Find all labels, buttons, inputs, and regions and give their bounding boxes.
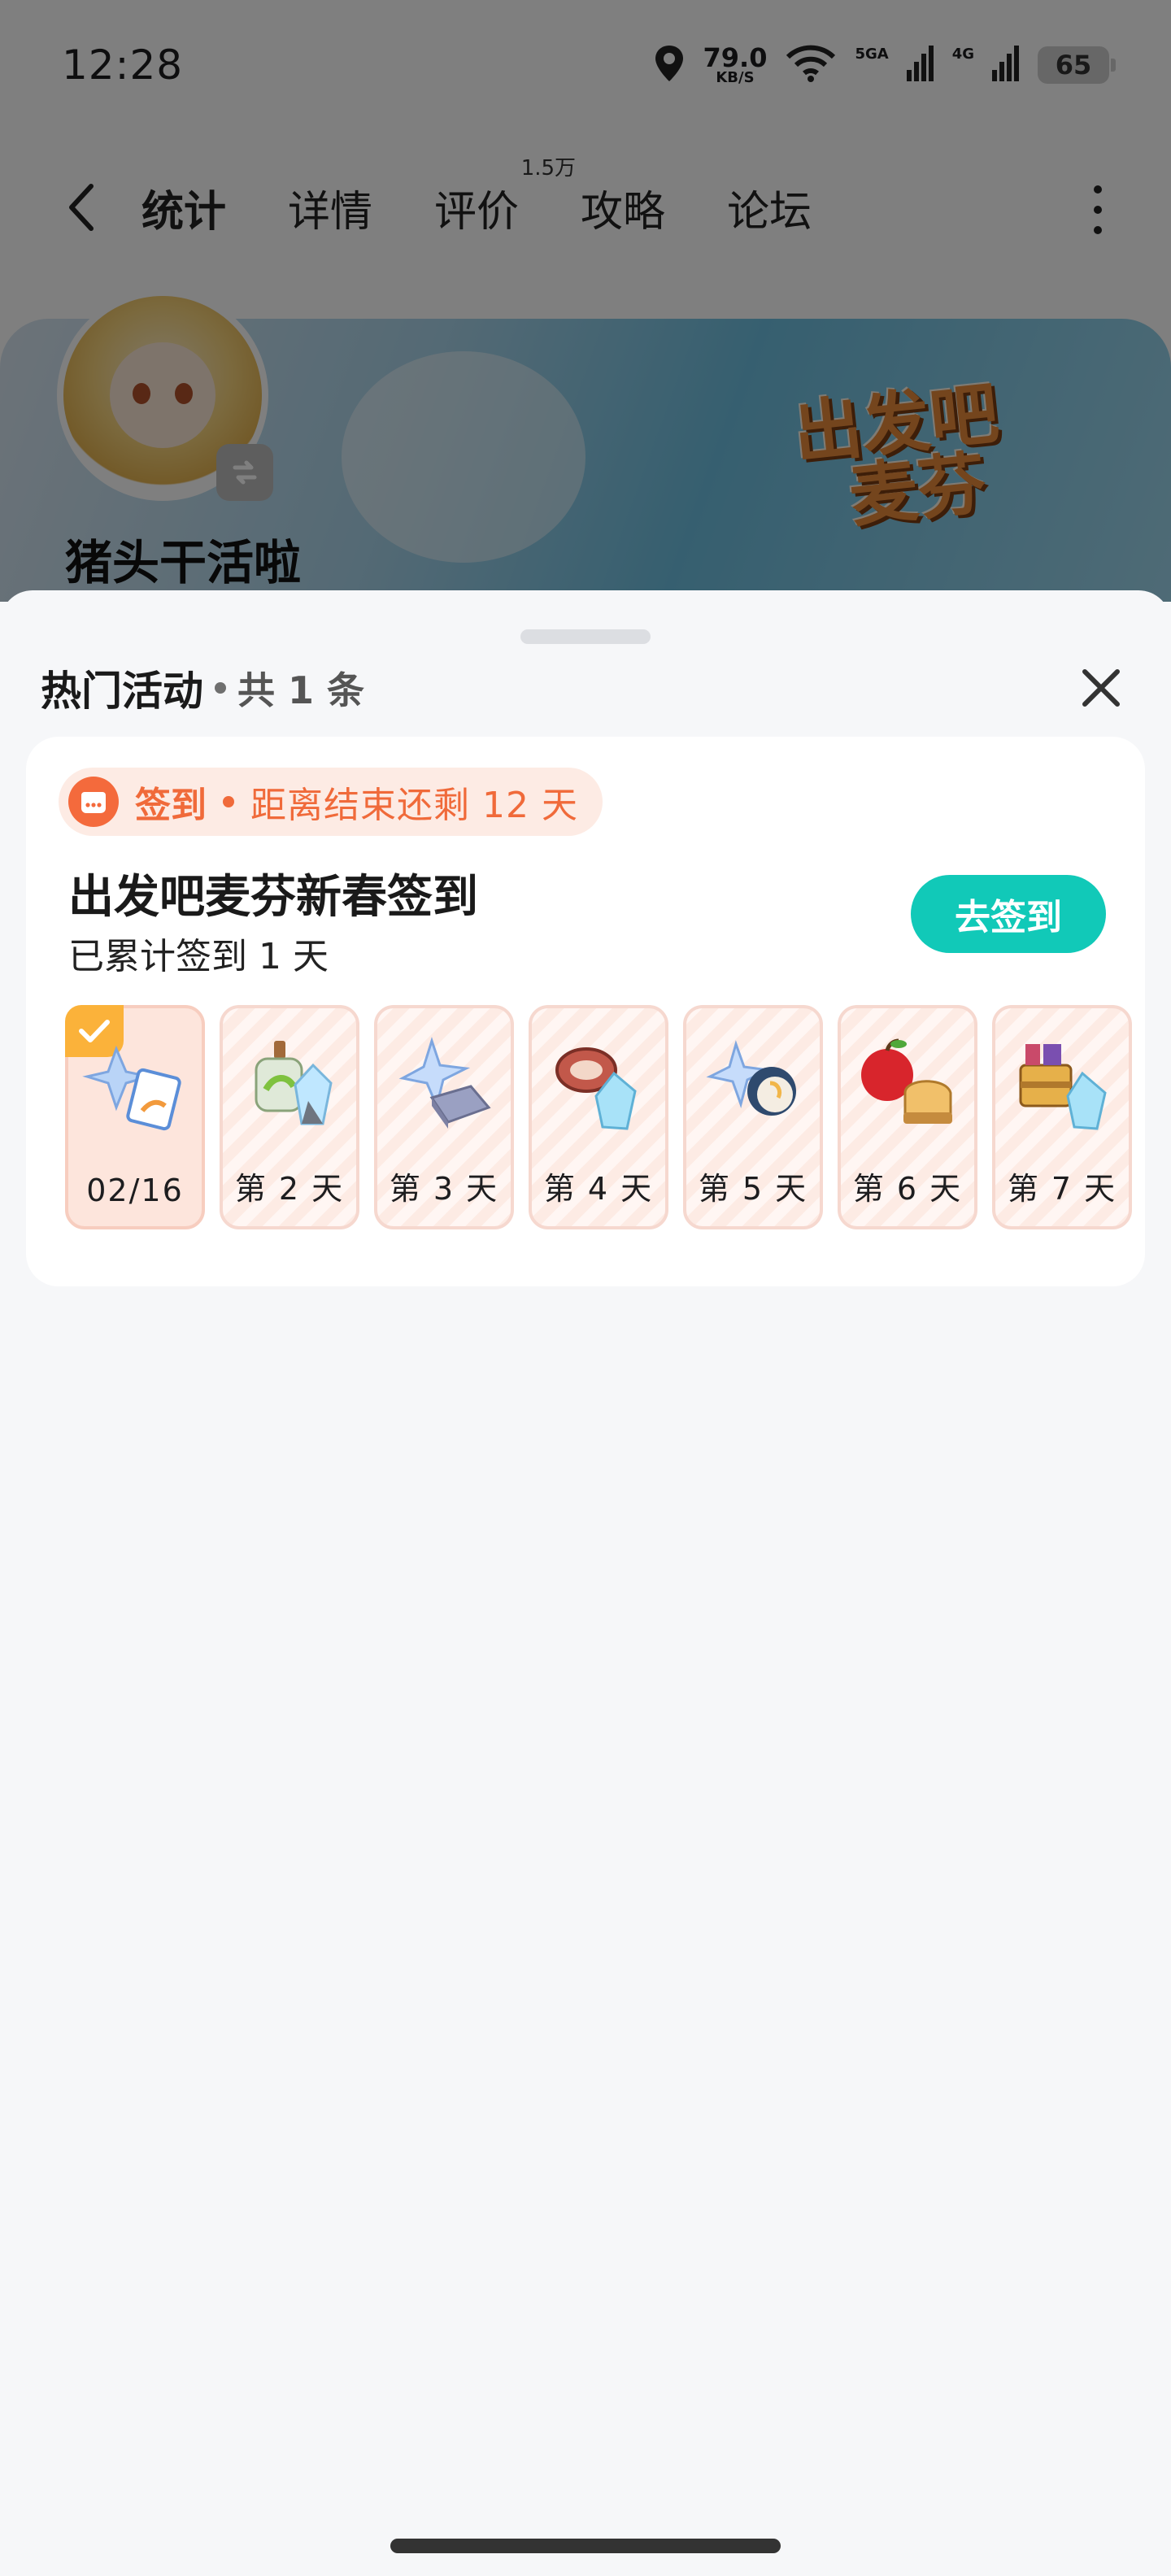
checkin-progress: 已累计签到 1 天 — [68, 936, 329, 977]
activity-count: 共 1 条 — [237, 668, 365, 712]
day-cell[interactable]: 02/16 — [65, 1005, 205, 1229]
day-cell[interactable]: 第 7 天 — [992, 1005, 1132, 1229]
activity-title: 出发吧麦芬新春签到 — [68, 871, 478, 924]
checkin-button[interactable]: 去签到 — [911, 875, 1106, 953]
day-label: 第 2 天 — [234, 1171, 345, 1207]
reward-icon — [237, 1033, 342, 1138]
day-label: 第 7 天 — [1007, 1171, 1117, 1207]
reward-icon — [82, 1033, 188, 1138]
activity-card[interactable]: 签到 距离结束还剩 12 天 出发吧麦芬新春签到 已累计签到 1 天 去签到 0… — [26, 737, 1145, 1286]
day-cell[interactable]: 第 6 天 — [838, 1005, 977, 1229]
sheet-header: 热门活动 共 1 条 — [41, 655, 364, 720]
day-cell[interactable]: 第 4 天 — [529, 1005, 668, 1229]
activity-tag: 签到 距离结束还剩 12 天 — [59, 768, 603, 836]
separator-dot — [223, 796, 234, 807]
checkin-days: 02/16 第 2 天 第 3 天 第 4 天 第 5 天 第 6 天 第 7 … — [65, 1005, 1132, 1229]
chest-icon — [1019, 1044, 1073, 1107]
remaining-time: 距离结束还剩 12 天 — [250, 785, 578, 826]
calendar-icon — [68, 777, 119, 827]
sheet-title: 热门活动 — [41, 668, 203, 715]
day-label: 第 3 天 — [389, 1171, 499, 1207]
close-icon[interactable] — [1077, 664, 1125, 712]
reward-icon — [855, 1033, 960, 1138]
modal-overlay[interactable] — [0, 0, 1171, 602]
day-label: 02/16 — [86, 1173, 184, 1208]
day-cell[interactable]: 第 3 天 — [374, 1005, 514, 1229]
reward-icon — [391, 1033, 497, 1138]
egg-icon — [747, 1067, 796, 1116]
day-cell[interactable]: 第 2 天 — [220, 1005, 359, 1229]
reward-icon — [546, 1033, 651, 1138]
tag-label: 签到 — [135, 785, 207, 826]
potion-icon — [255, 1041, 303, 1112]
home-indicator[interactable] — [390, 2539, 781, 2553]
day-label: 第 5 天 — [698, 1171, 808, 1207]
bread-icon — [903, 1080, 952, 1124]
background-page: 12:28 79.0 KB/S 5GA 4G 65 — [0, 0, 1171, 602]
separator-dot — [215, 682, 226, 694]
day-label: 第 4 天 — [543, 1171, 654, 1207]
day-cell[interactable]: 第 5 天 — [683, 1005, 823, 1229]
crystal-icon — [1066, 1071, 1107, 1130]
reward-icon — [700, 1033, 806, 1138]
activity-sheet: 热门活动 共 1 条 签到 距离结束还剩 12 天 出发吧麦芬新春签到 已累计签… — [0, 590, 1171, 2576]
reward-icon — [1009, 1033, 1115, 1138]
day-label: 第 6 天 — [852, 1171, 963, 1207]
drag-handle[interactable] — [520, 629, 651, 644]
